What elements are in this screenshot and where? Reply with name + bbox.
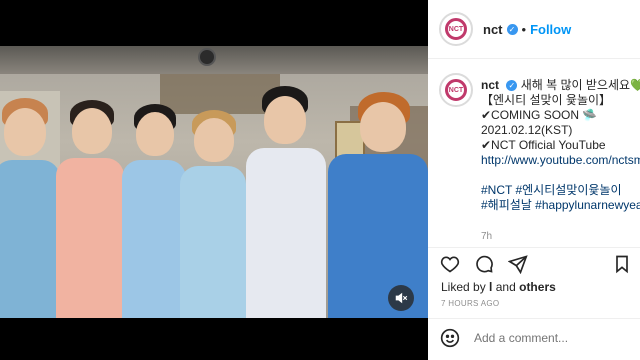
caption-timestamp: 7h bbox=[481, 231, 493, 242]
hashtag-line[interactable]: #해피설날 #happylunarnewyear bbox=[481, 198, 640, 213]
comment-button[interactable] bbox=[474, 254, 494, 274]
caption-line: 【엔시티 설맞이 윷놀이】 bbox=[481, 93, 612, 107]
person bbox=[322, 92, 428, 318]
comment-input[interactable] bbox=[472, 330, 636, 346]
caption-line: ✔NCT Official YouTube bbox=[481, 138, 606, 152]
caption-username[interactable]: nct bbox=[481, 78, 499, 92]
comment-row bbox=[440, 328, 636, 348]
caption-line: ✔COMING SOON 🛸 bbox=[481, 108, 598, 122]
caption-avatar[interactable]: NCT bbox=[439, 73, 473, 107]
username-link[interactable]: nct bbox=[483, 22, 503, 37]
divider bbox=[428, 247, 640, 248]
caption-youtube-link[interactable]: http://www.youtube.com/nctsmtown bbox=[481, 153, 640, 168]
likes-summary: Liked by l and others bbox=[441, 280, 556, 294]
comment-bubble-icon bbox=[476, 255, 493, 273]
person bbox=[122, 104, 188, 318]
post-time: 7 HOURS AGO bbox=[441, 299, 500, 308]
post-media[interactable] bbox=[0, 0, 428, 360]
mute-button[interactable] bbox=[388, 285, 414, 311]
caption-area: NCT nct ✓ 새해 복 많이 받으세요💚 【엔시티 설맞이 윷놀이】 ✔C… bbox=[428, 59, 640, 247]
video-frame[interactable] bbox=[0, 46, 428, 318]
hashtag-line[interactable]: #NCT #엔시티설맞이윷놀이 bbox=[481, 183, 640, 198]
post-sidebar: NCT nct ✓ • Follow NCT nct ✓ 새해 복 많이 받으세… bbox=[428, 0, 640, 360]
verified-badge-icon: ✓ bbox=[506, 80, 518, 92]
liked-user[interactable]: l bbox=[489, 280, 492, 294]
follow-button[interactable]: Follow bbox=[530, 22, 571, 37]
verified-badge-icon: ✓ bbox=[506, 23, 518, 35]
ceiling-lamp bbox=[198, 48, 216, 66]
paper-plane-icon bbox=[508, 255, 528, 274]
post-header: NCT nct ✓ • Follow bbox=[428, 0, 640, 59]
liked-others[interactable]: others bbox=[519, 280, 556, 294]
caption-text: nct ✓ 새해 복 많이 받으세요💚 【엔시티 설맞이 윷놀이】 ✔COMIN… bbox=[481, 78, 640, 213]
avatar-logo: NCT bbox=[445, 18, 467, 40]
person bbox=[244, 86, 328, 318]
caption-line: 새해 복 많이 받으세요💚 bbox=[520, 78, 640, 92]
person bbox=[54, 100, 126, 318]
avatar-logo: NCT bbox=[445, 79, 467, 101]
separator-dot: • bbox=[521, 21, 527, 37]
action-bar bbox=[440, 254, 528, 274]
smiley-icon bbox=[440, 328, 460, 348]
person bbox=[180, 110, 248, 318]
profile-avatar[interactable]: NCT bbox=[439, 12, 473, 46]
caption-line bbox=[481, 168, 640, 183]
divider bbox=[428, 318, 640, 319]
emoji-button[interactable] bbox=[440, 328, 460, 348]
speaker-muted-icon bbox=[395, 292, 408, 304]
bookmark-icon bbox=[616, 255, 628, 274]
heart-icon bbox=[440, 256, 460, 273]
share-button[interactable] bbox=[508, 254, 528, 274]
save-button[interactable] bbox=[612, 254, 632, 274]
caption-line: 2021.02.12(KST) bbox=[481, 123, 573, 137]
liked-and: and bbox=[495, 280, 516, 294]
like-button[interactable] bbox=[440, 254, 460, 274]
liked-prefix: Liked by bbox=[441, 280, 486, 294]
